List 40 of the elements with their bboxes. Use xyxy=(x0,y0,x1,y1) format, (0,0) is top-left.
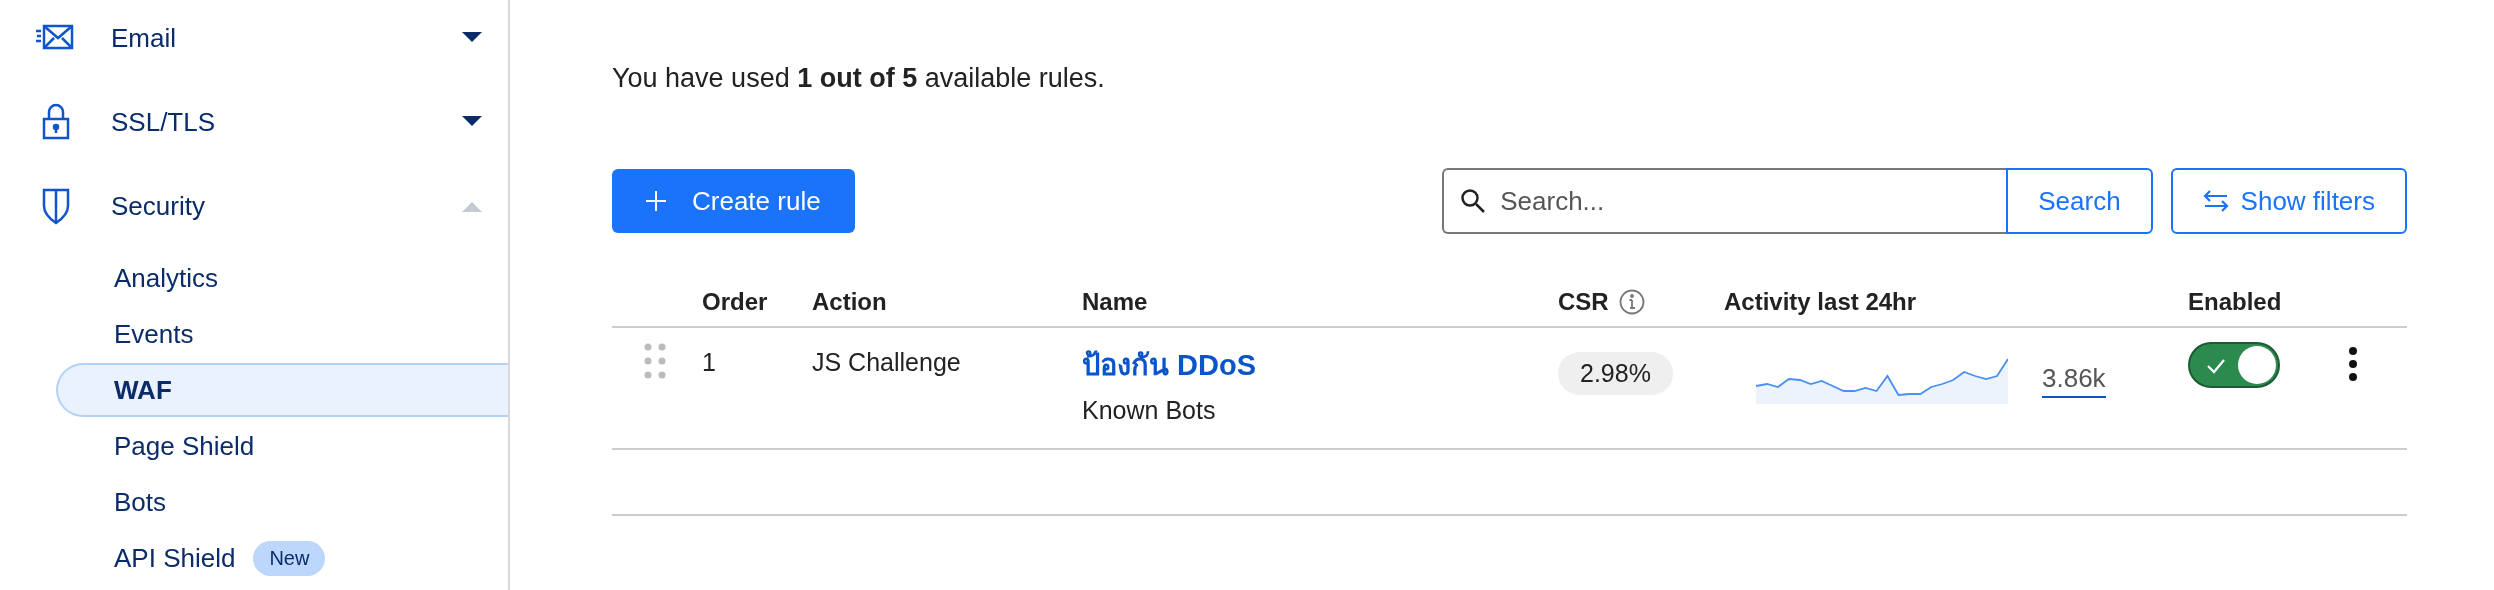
search-button[interactable]: Search xyxy=(2006,168,2153,234)
usage-text: You have used 1 out of 5 available rules. xyxy=(612,63,1106,94)
new-badge: New xyxy=(253,540,326,576)
column-header: Name xyxy=(1082,288,1149,316)
nav-subitem-label: WAF xyxy=(114,374,172,406)
nav-subitem-label: API Shield xyxy=(114,542,236,574)
swap-arrows-icon xyxy=(2202,189,2229,213)
plus-icon xyxy=(646,191,666,211)
csr-value: 2.98% xyxy=(1558,352,1673,395)
nav-subitem-label: Page Shield xyxy=(114,430,255,462)
nav-item[interactable]: Security xyxy=(0,178,508,234)
nav-subitem[interactable]: API Shield New xyxy=(56,531,508,585)
column-header: Order xyxy=(702,288,769,316)
nav-subitem-label: Bots xyxy=(114,486,167,518)
rule-name-link[interactable]: ป้องกัน DDoS xyxy=(1082,342,1558,388)
more-options-icon[interactable] xyxy=(2348,346,2358,382)
check-icon xyxy=(2206,358,2226,374)
action-cell-text: JS Challenge xyxy=(812,347,962,377)
search-icon xyxy=(1460,188,1487,214)
nav-subitem-label: Analytics xyxy=(114,262,219,294)
show-filters-button[interactable]: Show filters xyxy=(2170,168,2407,234)
column-header: Activity last 24hr xyxy=(1724,288,1918,316)
nav-item[interactable]: Email xyxy=(0,10,508,66)
column-header: Enabled xyxy=(2188,288,2283,316)
nav-subitem[interactable]: Bots xyxy=(56,475,508,529)
nav-subitem-label: Events xyxy=(114,318,194,350)
search-field[interactable]: Search... xyxy=(1442,168,2007,234)
nav-subitem[interactable]: Analytics xyxy=(56,251,508,305)
column-header: CSR xyxy=(1558,288,1609,316)
enabled-toggle[interactable] xyxy=(2188,342,2280,388)
column-header: Action xyxy=(812,288,888,316)
order-cell-text: 1 xyxy=(702,347,717,377)
rule-description: Known Bots xyxy=(1082,396,1217,425)
activity-total-link[interactable]: 3.86k xyxy=(2042,363,2106,398)
create-rule-button[interactable]: Create rule xyxy=(612,169,855,233)
info-icon[interactable] xyxy=(1618,289,1645,315)
nav-subitem[interactable]: WAF xyxy=(56,363,508,417)
nav-subitem[interactable]: Page Shield xyxy=(56,419,508,473)
nav-item[interactable]: SSL/TLS xyxy=(0,94,508,150)
nav-subitem[interactable]: Events xyxy=(56,307,508,361)
